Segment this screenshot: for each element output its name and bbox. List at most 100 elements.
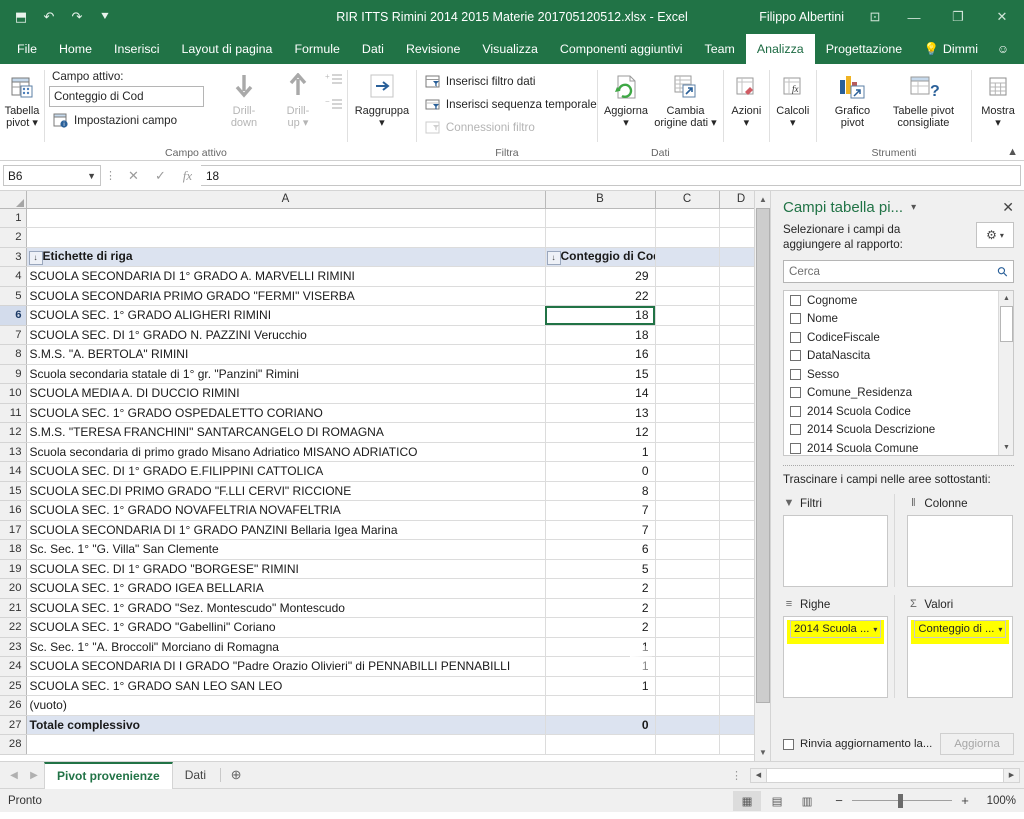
cell-C21[interactable] (655, 598, 720, 618)
field-checkbox[interactable] (790, 294, 801, 306)
zoom-slider[interactable] (852, 793, 952, 808)
cell-B24[interactable]: 1 (545, 656, 656, 677)
field-item-0[interactable]: Cognome (784, 291, 1013, 310)
normal-view-icon[interactable]: ▦ (733, 790, 761, 811)
tell-me-button[interactable]: 💡 Dimmi (915, 34, 986, 64)
pivot-table-button[interactable]: Tabella pivot ▾ (4, 68, 40, 129)
field-item-1[interactable]: Nome (784, 310, 1013, 329)
tab-dati[interactable]: Dati (351, 34, 395, 64)
cell-A20[interactable]: SCUOLA SEC. 1° GRADO IGEA BELLARIA (26, 578, 546, 599)
row-header-18[interactable]: 18 (0, 539, 27, 560)
insert-timeline-button[interactable]: Inserisci sequenza temporale (421, 94, 601, 115)
row-header-28[interactable]: 28 (0, 734, 27, 755)
field-checkbox[interactable] (790, 387, 801, 399)
cell-B19[interactable]: 5 (545, 559, 656, 579)
cell-A2[interactable] (26, 227, 546, 248)
chip-rows-field[interactable]: 2014 Scuola ... ▾ (787, 620, 885, 638)
save-icon[interactable]: ⬒ (8, 5, 34, 29)
cell-B3[interactable]: ↓ Conteggio di Cod (545, 247, 656, 267)
cell-B13[interactable]: 1 (545, 442, 656, 462)
cell-C7[interactable] (655, 325, 720, 345)
row-header-12[interactable]: 12 (0, 422, 27, 443)
minimize-button[interactable]: — (892, 0, 936, 34)
page-layout-view-icon[interactable]: ▤ (763, 791, 791, 811)
calculations-button[interactable]: fx Calcoli ▾ (774, 68, 812, 129)
row-header-14[interactable]: 14 (0, 461, 27, 482)
cell-A4[interactable]: SCUOLA SECONDARIA DI 1° GRADO A. MARVELL… (26, 266, 546, 287)
tab-team[interactable]: Team (694, 34, 746, 64)
cell-A16[interactable]: SCUOLA SEC. 1° GRADO NOVAFELTRIA NOVAFEL… (26, 500, 546, 521)
field-search-input[interactable] (789, 265, 999, 278)
zone-columns[interactable]: ‖ Colonne (894, 494, 1019, 587)
field-checkbox[interactable] (790, 424, 801, 436)
cell-C25[interactable] (655, 676, 720, 696)
column-header-b[interactable]: B (545, 191, 656, 209)
cell-C9[interactable] (655, 364, 720, 384)
confirm-entry-icon[interactable]: ✓ (147, 165, 174, 187)
cell-A21[interactable]: SCUOLA SEC. 1° GRADO "Sez. Montescudo" M… (26, 598, 546, 618)
sheet-nav-last-icon[interactable]: ▶ (24, 764, 44, 786)
cell-B23[interactable]: 1 (545, 637, 656, 657)
cell-B8[interactable]: 16 (545, 344, 656, 365)
recommended-pivottables-button[interactable]: ? Tabelle pivot consigliate (882, 68, 964, 129)
restore-button[interactable]: ❐ (936, 0, 980, 34)
share-icon[interactable]: ☺ (988, 34, 1018, 64)
cell-C13[interactable] (655, 442, 720, 462)
cell-A5[interactable]: SCUOLA SECONDARIA PRIMO GRADO "FERMI" VI… (26, 286, 546, 306)
name-box[interactable]: B6 ▼ (3, 165, 101, 186)
drill-up-button[interactable]: Drill- up ▾ (271, 68, 325, 129)
row-header-27[interactable]: 27 (0, 715, 27, 735)
cell-A18[interactable]: Sc. Sec. 1° "G. Villa" San Clemente (26, 539, 546, 560)
pivot-pane-close-icon[interactable]: ✕ (1002, 199, 1014, 216)
cell-B20[interactable]: 2 (545, 578, 656, 599)
cell-B10[interactable]: 14 (545, 383, 656, 404)
row-header-23[interactable]: 23 (0, 637, 27, 657)
cell-C28[interactable] (655, 734, 720, 755)
cell-B28[interactable] (545, 734, 656, 755)
cell-C23[interactable] (655, 637, 720, 657)
row-header-13[interactable]: 13 (0, 442, 27, 462)
cell-A7[interactable]: SCUOLA SEC. DI 1° GRADO N. PAZZINI Veruc… (26, 325, 546, 345)
insert-function-icon[interactable]: fx (174, 165, 201, 187)
cell-A10[interactable]: SCUOLA MEDIA A. DI DUCCIO RIMINI (26, 383, 546, 404)
cell-C18[interactable] (655, 539, 720, 560)
horizontal-scrollbar[interactable]: ◀ ▶ (750, 767, 1020, 783)
cell-B5[interactable]: 22 (545, 286, 656, 306)
cell-C19[interactable] (655, 559, 720, 579)
show-button[interactable]: Mostra ▾ (976, 68, 1020, 129)
cell-A13[interactable]: Scuola secondaria di primo grado Misano … (26, 442, 546, 462)
name-box-chevron-down-icon[interactable]: ▼ (87, 171, 96, 181)
row-header-22[interactable]: 22 (0, 617, 27, 638)
tab-file[interactable]: File (6, 34, 48, 64)
col-labels-filter-icon[interactable]: ↓ (546, 250, 561, 265)
cell-C24[interactable] (655, 656, 720, 677)
cell-A3[interactable]: ↓ Etichette di riga (26, 247, 546, 267)
cell-C16[interactable] (655, 500, 720, 521)
zone-filters-dropzone[interactable] (783, 515, 889, 587)
tab-formule[interactable]: Formule (283, 34, 350, 64)
zone-rows[interactable]: ≡ Righe 2014 Scuola ... ▾ (783, 595, 894, 698)
field-list[interactable]: Cognome Nome CodiceFiscale DataNascita Sesso… (783, 290, 1014, 456)
defer-layout-checkbox[interactable] (783, 738, 794, 750)
cell-B14[interactable]: 0 (545, 461, 656, 482)
row-header-4[interactable]: 4 (0, 266, 27, 287)
row-header-21[interactable]: 21 (0, 598, 27, 618)
cell-A8[interactable]: S.M.S. "A. BERTOLA" RIMINI (26, 344, 546, 365)
cell-C14[interactable] (655, 461, 720, 482)
row-header-20[interactable]: 20 (0, 578, 27, 599)
cell-B1[interactable] (545, 208, 656, 228)
zone-columns-dropzone[interactable] (907, 515, 1014, 587)
field-list-scroll-down-icon[interactable]: ▼ (999, 440, 1013, 455)
cancel-entry-icon[interactable]: ✕ (120, 165, 147, 187)
cell-B27[interactable]: 0 (545, 715, 656, 735)
row-header-19[interactable]: 19 (0, 559, 27, 579)
cell-A14[interactable]: SCUOLA SEC. DI 1° GRADO E.FILIPPINI CATT… (26, 461, 546, 482)
cell-A25[interactable]: SCUOLA SEC. 1° GRADO SAN LEO SAN LEO (26, 676, 546, 696)
cell-B25[interactable]: 1 (545, 676, 656, 696)
hscroll-right-icon[interactable]: ▶ (1004, 769, 1019, 782)
field-checkbox[interactable] (790, 442, 801, 454)
row-header-15[interactable]: 15 (0, 481, 27, 501)
insert-slicer-button[interactable]: Inserisci filtro dati (421, 71, 540, 92)
zoom-in-button[interactable]: + (959, 793, 971, 808)
hscroll-left-icon[interactable]: ◀ (751, 769, 766, 782)
